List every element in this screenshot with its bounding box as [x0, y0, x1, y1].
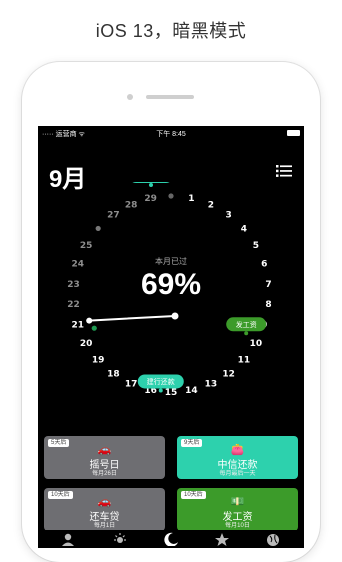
marker-label: 发工资	[236, 320, 257, 329]
battery-icon	[287, 130, 300, 136]
day-dot	[168, 193, 174, 199]
marker-label: 建行还款	[147, 377, 175, 386]
day-number: 29	[144, 194, 157, 204]
day-number: 6	[261, 260, 267, 270]
day-number: 17	[125, 380, 138, 390]
day-number: 22	[67, 300, 80, 310]
event-schedule: 每月最后一天	[219, 471, 256, 477]
today-dot	[91, 325, 97, 331]
event-card[interactable]: 9天后 👛 中信还款 每月最后一天	[177, 436, 298, 479]
marker-dot	[149, 183, 153, 187]
hand-pivot	[171, 312, 179, 320]
marker-pill[interactable]: 发工资	[226, 317, 267, 336]
day-number: 13	[205, 380, 218, 390]
hand-tip	[86, 317, 93, 324]
day-dot	[95, 225, 101, 232]
status-time: 下午 8:45	[156, 131, 186, 138]
event-card[interactable]: 10天后 💵 发工资 每月10日	[177, 488, 298, 531]
month-elapsed-percent: 69%	[141, 268, 201, 301]
marker-pill[interactable]: 中信还款	[129, 182, 173, 187]
marker-pill-bg	[132, 182, 170, 183]
car-icon: 🚗	[97, 444, 112, 456]
day-number: 4	[241, 224, 247, 234]
day-number: 10	[250, 339, 263, 349]
event-card[interactable]: 10天后 🚗 还车贷 每月1日	[44, 488, 165, 531]
progress-hand	[88, 315, 176, 322]
day-number: 3	[225, 211, 231, 221]
tab-bar	[38, 530, 304, 548]
earpiece-speaker	[146, 95, 194, 99]
event-schedule: 每月26日	[92, 471, 117, 477]
globe-icon[interactable]	[265, 532, 281, 546]
day-number: 18	[107, 369, 120, 379]
day-number: 21	[72, 320, 85, 330]
day-number: 12	[222, 369, 235, 379]
list-menu-icon[interactable]	[276, 164, 292, 178]
month-elapsed-label: 本月已过	[155, 256, 187, 266]
star-icon[interactable]	[214, 532, 230, 546]
person-icon[interactable]	[60, 532, 76, 546]
day-number: 19	[92, 356, 105, 366]
day-number: 27	[107, 211, 120, 221]
day-number: 11	[238, 356, 251, 366]
day-number: 20	[80, 339, 93, 349]
day-number: 25	[80, 241, 93, 251]
day-number: 1	[188, 194, 194, 204]
month-progress-dial: 1234567891011121314151617181920212223242…	[67, 182, 272, 398]
day-number: 5	[253, 241, 259, 251]
money-icon: 💵	[230, 496, 245, 508]
sun-icon[interactable]	[112, 532, 128, 546]
front-camera	[127, 94, 133, 100]
day-number: 15	[165, 388, 178, 398]
day-number: 2	[208, 200, 214, 210]
day-number: 28	[125, 200, 138, 210]
event-schedule: 每月1日	[93, 523, 116, 529]
day-number: 7	[265, 280, 271, 290]
moon-icon[interactable]	[163, 532, 179, 546]
event-card[interactable]: 5天后 🚗 摇号日 每月26日	[44, 436, 165, 479]
day-number: 24	[72, 260, 85, 270]
car-icon: 🚗	[97, 496, 112, 508]
status-bar: ····· 运营商 ᯤ 下午 8:45	[38, 126, 304, 140]
app-screen: ····· 运营商 ᯤ 下午 8:45 9月 12345678910111213…	[38, 126, 304, 548]
day-number: 14	[185, 386, 198, 396]
page-headline: iOS 13，暗黑模式	[95, 21, 247, 41]
day-number: 23	[67, 280, 80, 290]
day-number: 8	[265, 300, 271, 310]
wallet-icon: 👛	[230, 444, 245, 456]
marker-dot	[244, 331, 249, 336]
marker-dot	[158, 388, 163, 393]
event-schedule: 每月10日	[225, 523, 250, 529]
